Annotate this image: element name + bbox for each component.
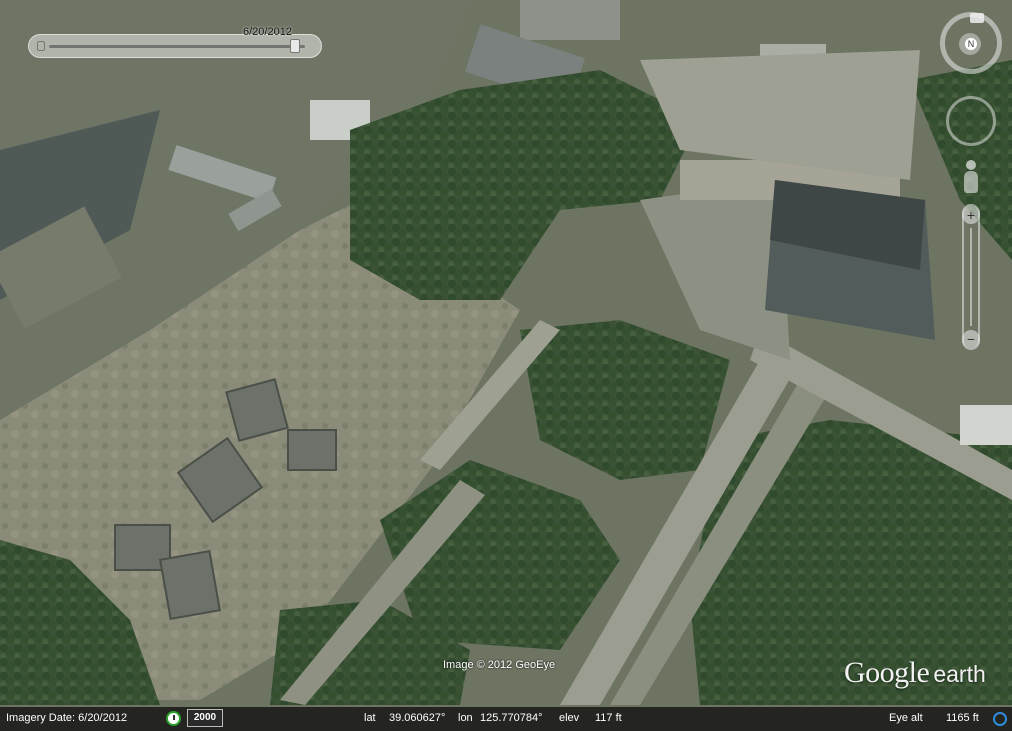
logo-earth-text: earth	[933, 661, 986, 687]
imagery-attribution: Image © 2012 GeoEye	[443, 659, 556, 671]
compass-icon[interactable]: N	[940, 12, 1002, 74]
compass-center[interactable]: N	[959, 33, 981, 55]
elev-label: elev	[559, 712, 580, 724]
compass-north-label: N	[965, 38, 977, 50]
google-earth-logo: Google earth	[844, 656, 986, 690]
look-joystick-icon[interactable]	[946, 96, 996, 146]
clock-icon[interactable]	[166, 711, 181, 726]
pegman-icon[interactable]	[963, 160, 979, 194]
lat-label: lat	[364, 712, 376, 724]
elev-value: 117 ft	[595, 712, 622, 724]
zoom-out-button[interactable]: −	[962, 330, 980, 348]
zoom-slider-rail[interactable]	[970, 228, 972, 326]
time-slider[interactable]: 6/20/2012	[28, 26, 322, 58]
compass-north-marker[interactable]	[970, 13, 984, 23]
imagery-date: Imagery Date: 6/20/2012	[6, 712, 128, 724]
streaming-icon	[993, 712, 1007, 726]
navigation-controls: N + −	[936, 8, 1012, 358]
satellite-map-view[interactable]	[0, 0, 1012, 731]
time-slider-thumb[interactable]	[290, 39, 300, 53]
eye-alt-value: 1165 ft	[946, 712, 979, 724]
status-bar: Imagery Date: 6/20/2012 2000 lat 39.0606…	[0, 707, 1012, 731]
time-slider-date-label: 6/20/2012	[243, 26, 292, 38]
eye-alt-label: Eye alt	[889, 712, 923, 724]
satellite-imagery	[0, 0, 1012, 731]
time-slider-track[interactable]	[49, 45, 305, 48]
time-slider-start-control[interactable]	[37, 41, 45, 51]
historical-year-button[interactable]: 2000	[187, 709, 223, 727]
logo-google-text: Google	[844, 656, 930, 689]
zoom-in-button[interactable]: +	[962, 206, 980, 224]
lon-value: 125.770784°	[480, 712, 543, 724]
lat-value: 39.060627°	[389, 712, 446, 724]
lon-label: lon	[458, 712, 473, 724]
